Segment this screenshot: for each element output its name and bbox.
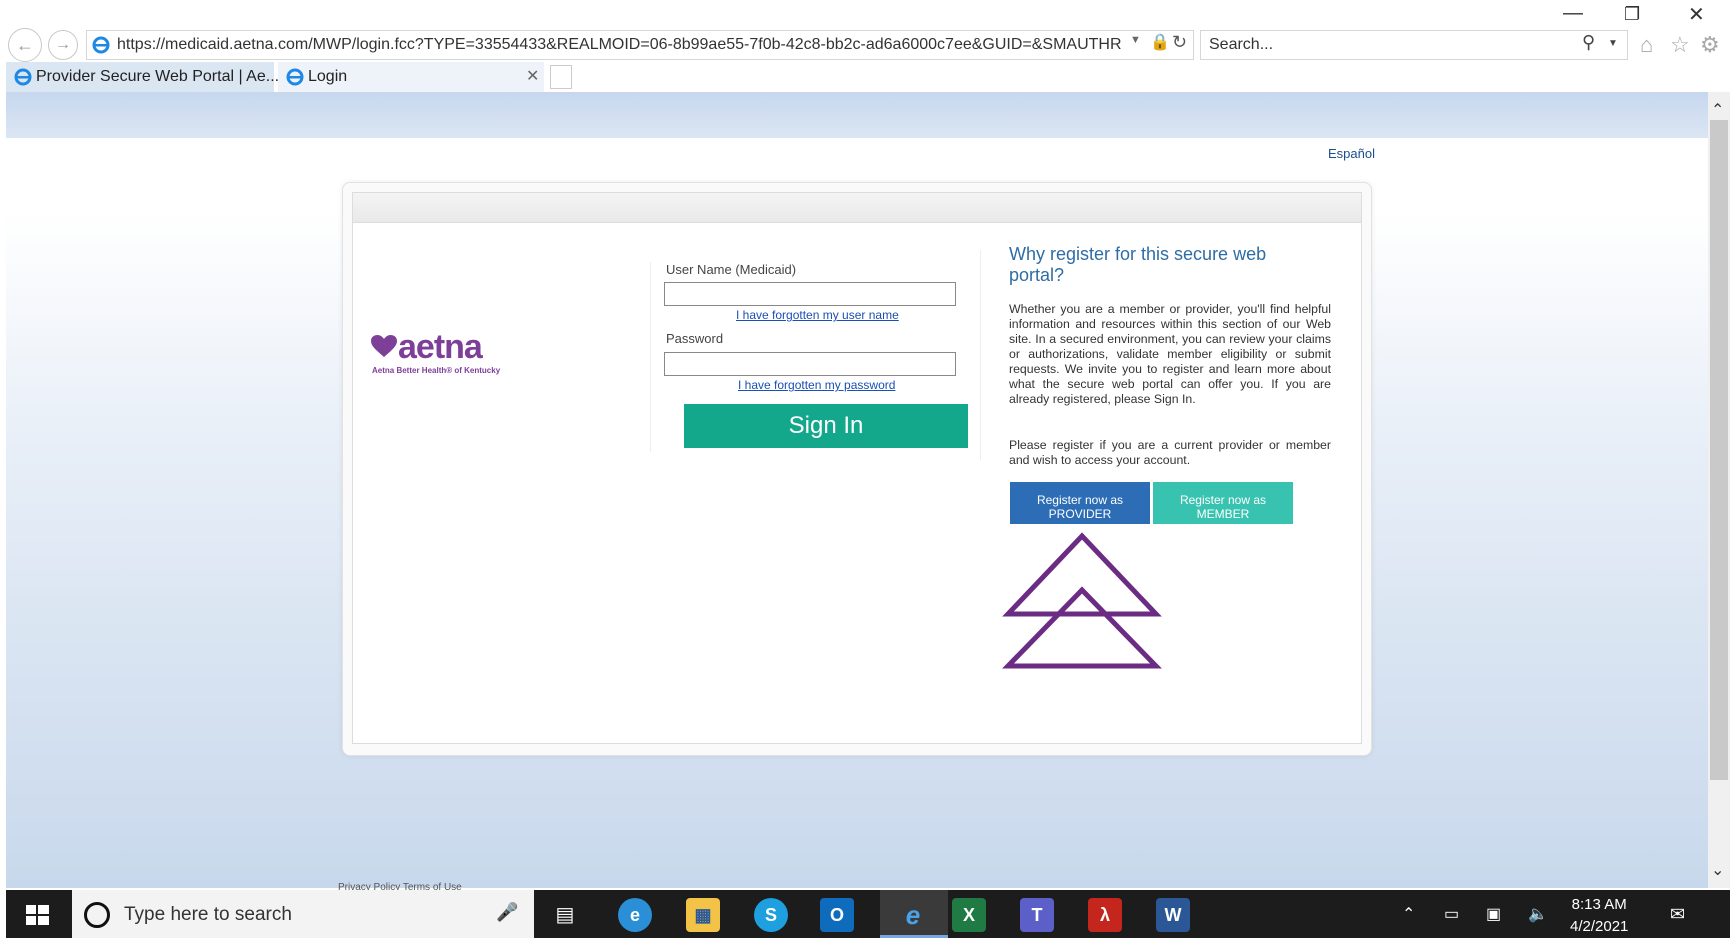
page-header-band	[6, 92, 1708, 138]
new-tab-icon[interactable]	[550, 65, 572, 89]
cortana-icon	[84, 902, 110, 928]
microphone-icon[interactable]: 🎤	[496, 902, 518, 923]
show-hidden-icons-icon[interactable]: ⌃	[1402, 904, 1415, 924]
sign-in-button[interactable]: Sign In	[684, 404, 968, 448]
restore-icon[interactable]: ❐	[1624, 4, 1640, 25]
minimize-icon[interactable]: —	[1563, 2, 1583, 25]
address-tools: ▼ 🔒 ↻	[1124, 32, 1194, 58]
clock-time: 8:13 AM	[1571, 896, 1627, 913]
task-view-icon[interactable]: ▤	[548, 898, 582, 932]
browser-search-input[interactable]: Search...	[1200, 30, 1628, 60]
dropdown-icon[interactable]: ▼	[1130, 34, 1141, 46]
lock-icon[interactable]: 🔒	[1150, 32, 1170, 52]
internet-explorer-icon[interactable]: e	[896, 898, 930, 932]
excel-icon[interactable]: X	[952, 898, 986, 932]
tab-provider-portal[interactable]: Provider Secure Web Portal | Ae...	[6, 62, 279, 92]
password-input[interactable]	[664, 352, 956, 376]
search-dropdown-icon[interactable]: ▼	[1608, 38, 1618, 49]
logo-tagline: Aetna Better Health® of Kentucky	[372, 366, 501, 375]
teams-icon[interactable]: T	[1020, 898, 1054, 932]
word-icon[interactable]: W	[1156, 898, 1190, 932]
close-window-icon[interactable]: ✕	[1688, 2, 1705, 27]
close-tab-icon[interactable]: ✕	[526, 66, 539, 86]
network-icon[interactable]: ▣	[1486, 904, 1501, 924]
heart-icon	[371, 335, 397, 357]
file-explorer-icon[interactable]: ▦	[686, 898, 720, 932]
notifications-icon[interactable]: ✉	[1670, 904, 1685, 925]
acrobat-icon[interactable]: λ	[1088, 898, 1122, 932]
scrollbar-thumb[interactable]	[1710, 120, 1728, 780]
edge-icon[interactable]: e	[618, 898, 652, 932]
ie-tab-icon	[286, 68, 304, 86]
refresh-icon[interactable]: ↻	[1172, 32, 1187, 53]
info-title: Why register for this secure web portal?	[1009, 244, 1267, 285]
divider	[980, 250, 981, 460]
clock-date: 4/2/2021	[1570, 918, 1629, 935]
skype-icon[interactable]: S	[754, 898, 788, 932]
ie-page-icon	[92, 36, 110, 54]
username-input[interactable]	[664, 282, 956, 306]
forgot-password-link[interactable]: I have forgotten my password	[738, 378, 895, 392]
logo-wordmark: aetna	[398, 328, 483, 366]
register-member-button[interactable]: Register now as MEMBER	[1153, 482, 1293, 524]
windows-start-icon[interactable]	[22, 900, 52, 930]
aetna-logo: aetna Aetna Better Health® of Kentucky	[370, 328, 530, 380]
password-label: Password	[666, 331, 724, 346]
username-label: User Name (Medicaid)	[666, 262, 797, 277]
ie-tab-icon	[14, 68, 32, 86]
language-link[interactable]: Español	[1328, 146, 1375, 161]
register-provider-button[interactable]: Register now as PROVIDER	[1010, 482, 1150, 524]
tab-label: Login	[308, 68, 348, 85]
annotation-arrow-icon	[1002, 532, 1162, 669]
scroll-down-icon[interactable]: ⌄	[1711, 860, 1724, 880]
taskbar-search-input[interactable]: Type here to search	[124, 904, 292, 926]
info-paragraph: Please register if you are a current pro…	[1009, 438, 1331, 467]
info-paragraph: Whether you are a member or provider, yo…	[1009, 302, 1331, 406]
system-clock[interactable]: 8:13 AM 4/2/2021	[1570, 894, 1628, 938]
forward-icon[interactable]: →	[48, 30, 78, 60]
tab-login[interactable]: Login	[278, 62, 544, 92]
address-bar[interactable]: https://medicaid.aetna.com/MWP/login.fcc…	[86, 30, 1194, 60]
divider	[650, 262, 651, 452]
scroll-up-icon[interactable]: ⌃	[1711, 100, 1724, 120]
outlook-icon[interactable]: O	[820, 898, 854, 932]
back-icon[interactable]: ←	[8, 28, 42, 62]
volume-icon[interactable]: 🔈	[1528, 904, 1548, 924]
settings-gear-icon[interactable]: ⚙	[1700, 32, 1720, 58]
home-icon[interactable]: ⌂	[1640, 32, 1653, 58]
favorites-star-icon[interactable]: ☆	[1670, 32, 1690, 58]
card-header	[353, 193, 1361, 223]
search-icon[interactable]: ⚲	[1582, 32, 1595, 53]
tab-label: Provider Secure Web Portal | Ae...	[36, 68, 280, 85]
forgot-username-link[interactable]: I have forgotten my user name	[736, 308, 899, 322]
battery-icon[interactable]: ▭	[1444, 904, 1459, 924]
